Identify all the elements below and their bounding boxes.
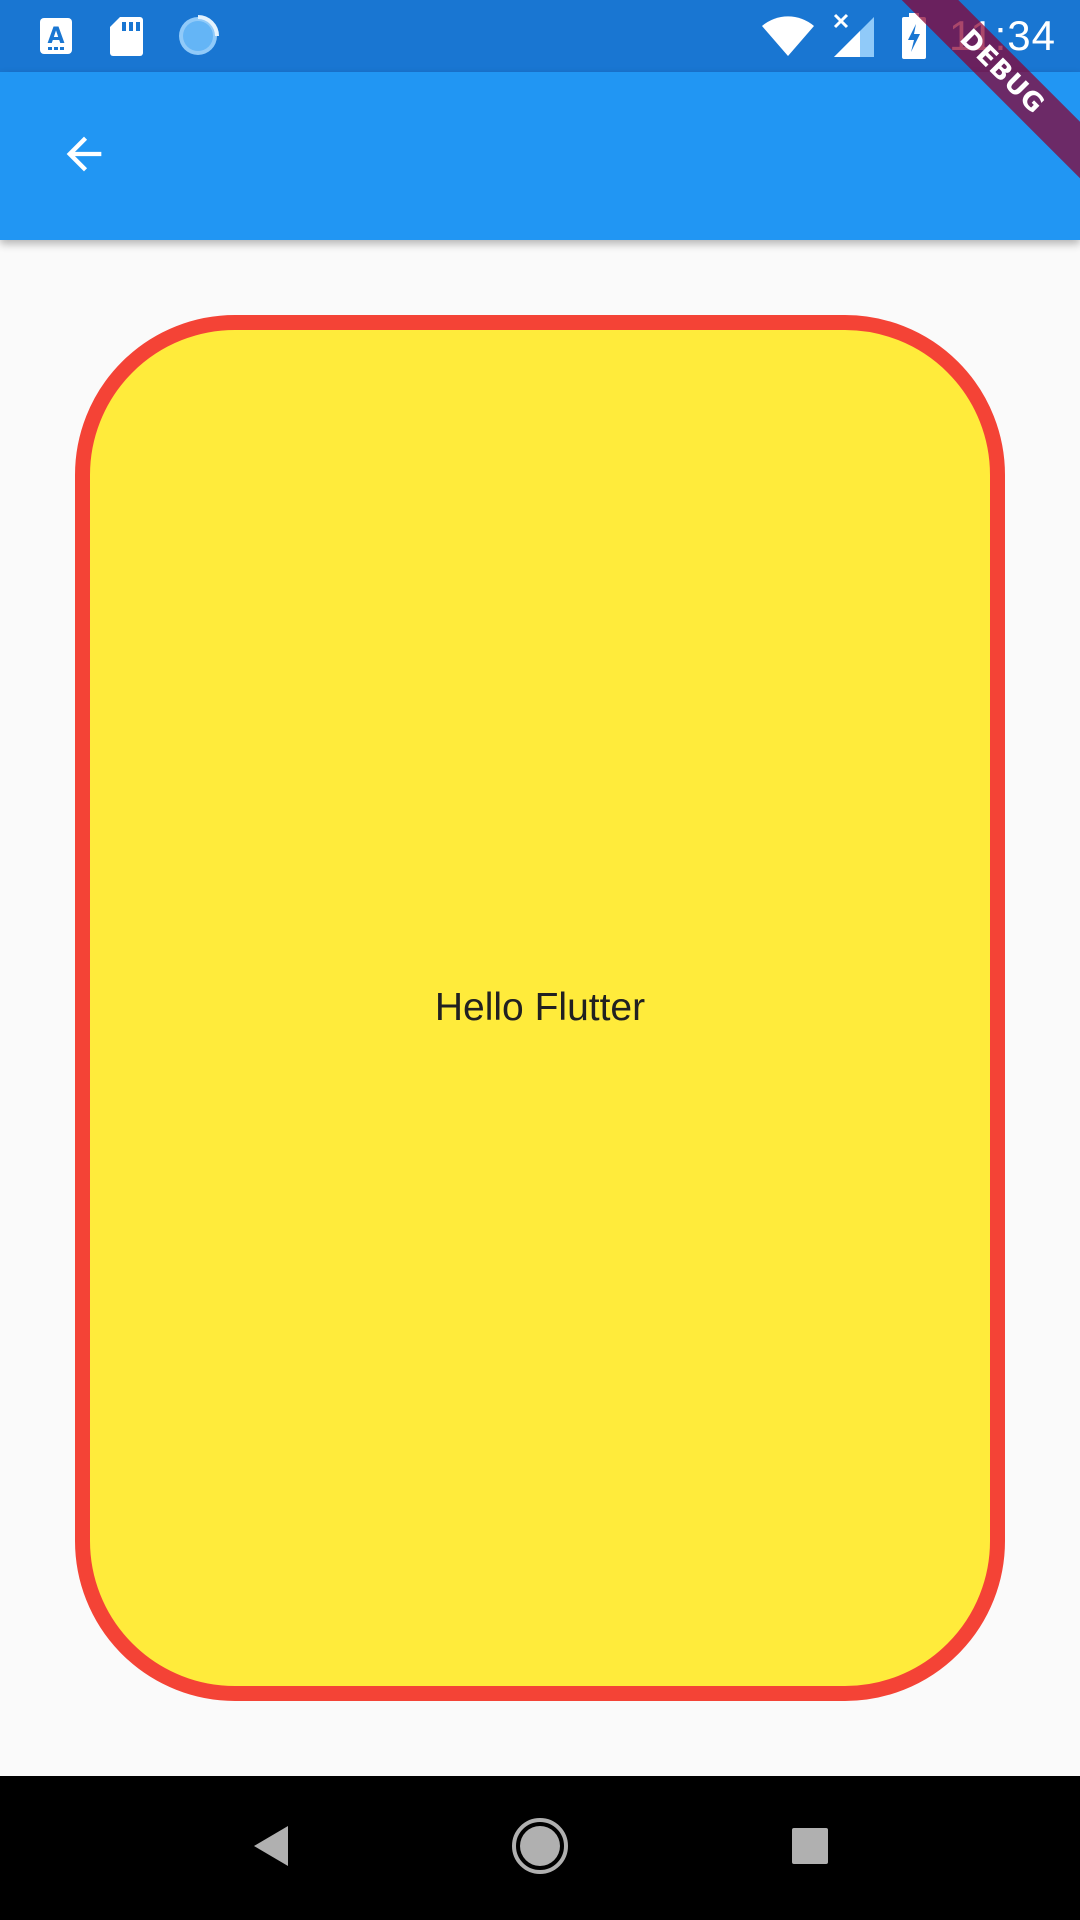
status-bar: A 11:34 [0,0,1080,72]
back-button[interactable] [36,108,132,204]
cellular-no-data-icon [832,0,876,72]
home-circle-icon [511,1817,569,1880]
svg-text:A: A [47,24,64,49]
nav-recents-button[interactable] [738,1776,882,1920]
app-bar [0,72,1080,240]
battery-charging-icon [898,0,930,72]
system-nav-bar [0,1776,1080,1920]
a-notification-icon: A [36,0,76,72]
nav-back-button[interactable] [198,1776,342,1920]
arrow-back-icon [58,128,110,185]
app-screen: A 11:34 DEBUG Hello Flutter [0,0,1080,1920]
recents-square-icon [790,1826,830,1871]
status-time: 11:34 [949,12,1056,59]
rounded-card: Hello Flutter [75,315,1005,1701]
nav-home-button[interactable] [468,1776,612,1920]
page-body: Hello Flutter [0,240,1080,1776]
sync-progress-icon [174,0,222,72]
wifi-icon [760,0,816,72]
sd-card-icon [106,0,146,72]
back-triangle-icon [250,1824,290,1873]
card-text: Hello Flutter [434,986,646,1029]
